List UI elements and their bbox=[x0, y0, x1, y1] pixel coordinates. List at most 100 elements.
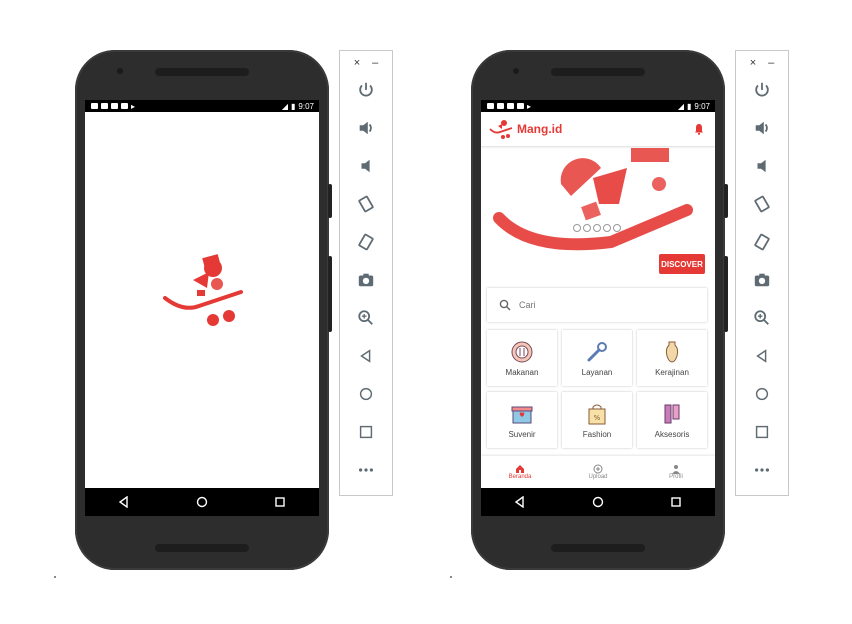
front-camera bbox=[513, 68, 519, 74]
bottom-speaker bbox=[155, 544, 249, 552]
rotate-left-icon bbox=[754, 195, 770, 213]
status-time: 9:07 bbox=[298, 101, 314, 111]
overview-icon bbox=[755, 425, 769, 439]
zoom-button[interactable] bbox=[340, 299, 392, 337]
nav-item-upload[interactable]: Upload bbox=[573, 464, 623, 480]
minimize-button[interactable]: – bbox=[768, 57, 774, 71]
home-icon[interactable] bbox=[196, 496, 208, 508]
carousel-dot[interactable] bbox=[603, 224, 611, 232]
back-button[interactable] bbox=[340, 337, 392, 375]
overview-icon[interactable] bbox=[670, 496, 682, 508]
stray-mark bbox=[54, 576, 56, 578]
category-kerajinan[interactable]: Kerajinan bbox=[637, 330, 707, 386]
carousel-dot[interactable] bbox=[613, 224, 621, 232]
emulator-toolbar-left: × – bbox=[339, 50, 393, 496]
rotate-right-button[interactable] bbox=[736, 223, 788, 261]
back-icon[interactable] bbox=[514, 496, 526, 508]
rotate-right-button[interactable] bbox=[340, 223, 392, 261]
volume-down-button[interactable] bbox=[340, 147, 392, 185]
carousel-dot[interactable] bbox=[593, 224, 601, 232]
play-store-icon: ▸ bbox=[131, 101, 136, 111]
home-button[interactable] bbox=[340, 375, 392, 413]
signal-icon: ◢ bbox=[281, 101, 289, 111]
youtube-notification-icon bbox=[111, 103, 118, 109]
side-key[interactable] bbox=[328, 184, 332, 218]
power-button[interactable] bbox=[340, 71, 392, 109]
splash-logo bbox=[163, 254, 243, 326]
volume-key[interactable] bbox=[328, 256, 332, 332]
back-button[interactable] bbox=[736, 337, 788, 375]
category-suvenir[interactable]: Suvenir bbox=[487, 392, 557, 448]
system-nav-bar bbox=[85, 488, 319, 516]
power-icon bbox=[755, 82, 769, 97]
category-label: Layanan bbox=[581, 367, 613, 377]
gift-icon bbox=[511, 406, 533, 423]
rotate-left-button[interactable] bbox=[340, 185, 392, 223]
zoom-icon bbox=[754, 310, 769, 325]
more-button[interactable] bbox=[736, 451, 788, 489]
carousel-dot[interactable] bbox=[573, 224, 581, 232]
overview-icon[interactable] bbox=[274, 496, 286, 508]
category-label: Makanan bbox=[505, 367, 539, 377]
calendar-notification-icon bbox=[487, 103, 494, 109]
discover-button[interactable]: DISCOVER bbox=[659, 254, 705, 274]
zoom-button[interactable] bbox=[736, 299, 788, 337]
volume-up-button[interactable] bbox=[736, 109, 788, 147]
overview-button[interactable] bbox=[736, 413, 788, 451]
minimize-button[interactable]: – bbox=[372, 57, 378, 71]
svg-text:%: % bbox=[594, 414, 601, 422]
close-button[interactable]: × bbox=[354, 57, 360, 71]
side-key[interactable] bbox=[724, 184, 728, 218]
wrench-icon bbox=[587, 341, 607, 361]
front-camera bbox=[117, 68, 123, 74]
promo-banner-carousel[interactable] bbox=[481, 148, 715, 256]
status-bar: ▸ ◢ ▮ 9:07 bbox=[481, 100, 715, 112]
top-speaker bbox=[155, 68, 249, 76]
volume-up-button[interactable] bbox=[340, 109, 392, 147]
storage-icon bbox=[121, 103, 128, 109]
back-icon[interactable] bbox=[118, 496, 130, 508]
power-button[interactable] bbox=[736, 71, 788, 109]
youtube-notification-icon bbox=[101, 103, 108, 109]
signal-icon: ◢ bbox=[677, 101, 685, 111]
status-time: 9:07 bbox=[694, 101, 710, 111]
volume-down-button[interactable] bbox=[736, 147, 788, 185]
category-layanan[interactable]: Layanan bbox=[562, 330, 632, 386]
search-bar[interactable] bbox=[487, 288, 707, 322]
category-label: Fashion bbox=[582, 429, 612, 439]
nav-item-beranda[interactable]: Beranda bbox=[495, 464, 545, 480]
left-screen: ▸ ◢ ▮ 9:07 bbox=[85, 100, 319, 516]
nav-label: Profil bbox=[669, 474, 683, 480]
overview-button[interactable] bbox=[340, 413, 392, 451]
home-icon[interactable] bbox=[592, 496, 604, 508]
search-input[interactable] bbox=[517, 299, 681, 311]
bell-icon[interactable] bbox=[693, 123, 705, 135]
nav-item-profil[interactable]: Profil bbox=[651, 464, 701, 480]
volume-key[interactable] bbox=[724, 256, 728, 332]
camera-icon bbox=[754, 273, 770, 287]
person-icon bbox=[672, 465, 680, 474]
screenshot-button[interactable] bbox=[340, 261, 392, 299]
volume-up-icon bbox=[359, 121, 372, 135]
play-store-icon: ▸ bbox=[527, 101, 532, 111]
category-label: Suvenir bbox=[508, 429, 536, 439]
brand-logo bbox=[489, 120, 513, 139]
home-button[interactable] bbox=[736, 375, 788, 413]
carousel-dot[interactable] bbox=[583, 224, 591, 232]
rotate-right-icon bbox=[754, 233, 770, 251]
category-makanan[interactable]: Makanan bbox=[487, 330, 557, 386]
screenshot-button[interactable] bbox=[736, 261, 788, 299]
rotate-left-icon bbox=[358, 195, 374, 213]
scarf-icon bbox=[664, 404, 680, 423]
more-icon bbox=[754, 468, 770, 472]
top-speaker bbox=[551, 68, 645, 76]
category-aksesoris[interactable]: Aksesoris bbox=[637, 392, 707, 448]
left-phone-frame: ▸ ◢ ▮ 9:07 bbox=[75, 50, 332, 570]
rotate-left-button[interactable] bbox=[736, 185, 788, 223]
bottom-nav: Beranda Upload Profil bbox=[481, 456, 715, 488]
category-fashion[interactable]: % Fashion bbox=[562, 392, 632, 448]
close-button[interactable]: × bbox=[750, 57, 756, 71]
rotate-right-icon bbox=[358, 233, 374, 251]
more-button[interactable] bbox=[340, 451, 392, 489]
right-screen: ▸ ◢ ▮ 9:07 Mang.id DISCOVER Cari Makanan… bbox=[481, 100, 715, 516]
